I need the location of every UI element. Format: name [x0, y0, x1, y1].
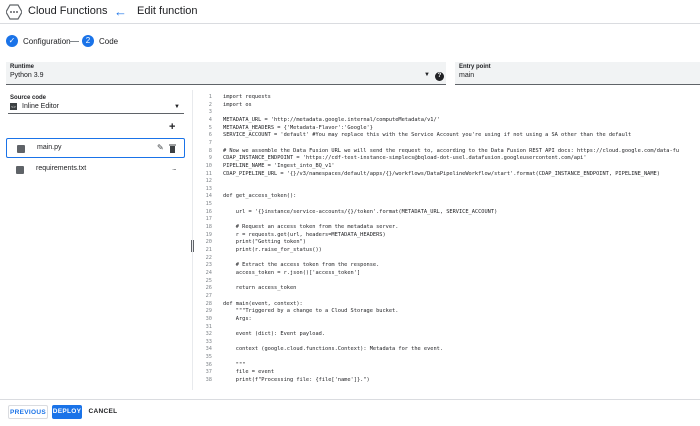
stepper: ✓ Configuration 2 Code [0, 32, 700, 50]
code-line[interactable]: 38 print(f"Processing file: {file['name'… [196, 376, 700, 383]
file-item-requirements-txt[interactable]: requirements.txt ... [6, 160, 185, 180]
editor-icon: <> [10, 103, 17, 110]
top-bar: Cloud Functions ← Edit function [0, 0, 700, 24]
runtime-select[interactable]: Runtime Python 3.9 ▼ ? [6, 62, 446, 85]
page-title: Edit function [137, 5, 198, 17]
file-name: main.py [37, 144, 62, 151]
code-text: print(f"Processing file: {file['name']}.… [223, 377, 370, 383]
bottom-action-bar: PREVIOUS DEPLOY CANCEL [0, 399, 700, 426]
source-code-value: Inline Editor [22, 103, 59, 110]
file-name: requirements.txt [36, 165, 87, 172]
cancel-button[interactable]: CANCEL [88, 405, 118, 419]
help-icon[interactable]: ? [435, 72, 444, 81]
app-title[interactable]: Cloud Functions [28, 5, 108, 17]
source-code-select[interactable]: <> Inline Editor ▼ [8, 101, 184, 114]
step-connector [69, 41, 79, 42]
add-file-icon[interactable]: + [169, 122, 175, 133]
step-code[interactable]: Code [99, 37, 118, 46]
code-editor[interactable]: 1 import requests 2 import os 3 4 METADATA_URL… [196, 93, 700, 383]
arrow-back-icon[interactable]: ← [114, 5, 127, 18]
step-number: 2 [82, 35, 94, 47]
more-options-icon[interactable]: ... [172, 163, 177, 172]
file-icon [16, 166, 24, 174]
previous-button[interactable]: PREVIOUS [8, 405, 48, 419]
file-panel [0, 90, 192, 390]
entry-point-label: Entry point [459, 64, 491, 70]
step-configuration[interactable]: Configuration [23, 37, 71, 46]
runtime-label: Runtime [10, 64, 34, 70]
dropdown-arrow-icon: ▼ [174, 104, 180, 110]
file-item-main-py[interactable]: main.py ✎ [6, 138, 185, 158]
entry-point-field[interactable]: Entry point main [455, 62, 700, 85]
delete-icon[interactable] [169, 144, 176, 153]
dropdown-arrow-icon: ▼ [424, 72, 430, 78]
entry-point-value: main [459, 72, 475, 79]
deploy-button[interactable]: DEPLOY [52, 405, 82, 419]
resize-handle[interactable] [191, 240, 194, 252]
line-number: 38 [205, 377, 212, 383]
cloud-functions-logo [6, 4, 22, 20]
runtime-value: Python 3.9 [10, 72, 44, 79]
step-done-check-icon: ✓ [6, 35, 18, 47]
file-icon [17, 145, 25, 153]
edit-icon[interactable]: ✎ [157, 143, 164, 152]
